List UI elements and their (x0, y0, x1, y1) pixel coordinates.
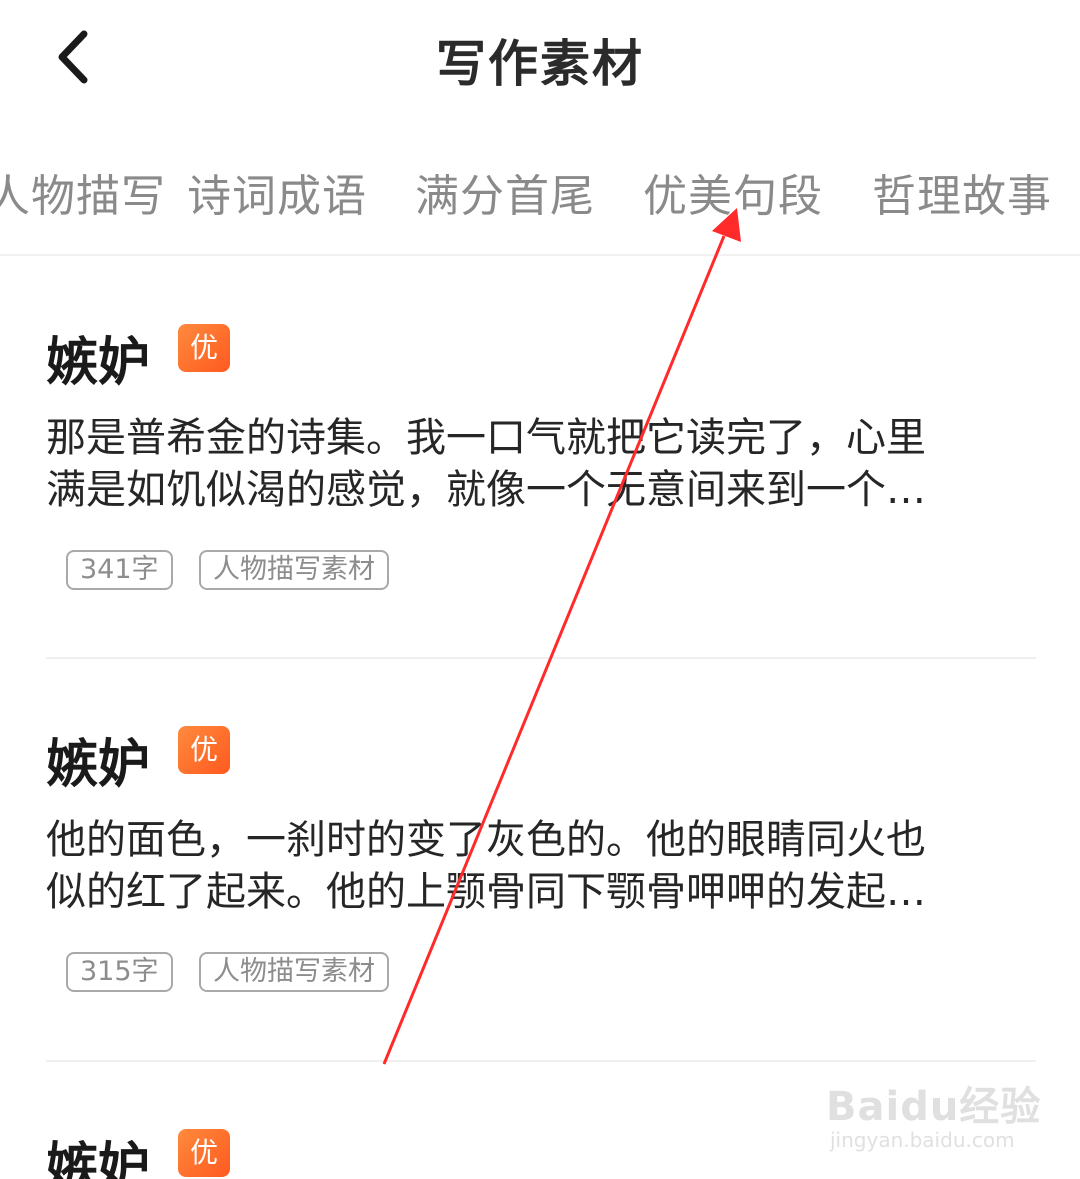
excerpt-line: 似的红了起来。他的上颚骨同下颚骨呷呷的发起… (46, 869, 926, 915)
material-card[interactable]: 嫉妒 优 他的面色，一刹时的变了灰色的。他的眼睛同火也 似的红了起来。他的上颚骨… (46, 722, 1036, 1012)
card-title: 嫉妒 (46, 333, 151, 393)
tab-beautiful-sentences[interactable]: 优美句段 (643, 160, 823, 224)
quality-badge: 优 (178, 726, 230, 774)
watermark-logo-text: Baidu经验 (826, 1084, 1042, 1130)
card-divider (46, 1060, 1036, 1062)
word-count-tag: 341字 (66, 550, 173, 590)
card-excerpt: 他的面色，一刹时的变了灰色的。他的眼睛同火也 似的红了起来。他的上颚骨同下颚骨呷… (46, 814, 1036, 918)
header: 写作素材 (0, 0, 1080, 120)
material-card[interactable]: 嫉妒 优 那是普希金的诗集。我一口气就把它读完了，心里 满是如饥似渴的感觉，就像… (46, 320, 1036, 610)
excerpt-line: 他的面色，一刹时的变了灰色的。他的眼睛同火也 (46, 817, 926, 863)
category-tag[interactable]: 人物描写素材 (199, 550, 389, 590)
excerpt-line: 满是如饥似渴的感觉，就像一个无意间来到一个… (46, 467, 926, 513)
quality-badge: 优 (178, 1129, 230, 1177)
tab-philosophy-stories[interactable]: 哲理故事 (872, 160, 1052, 224)
card-divider (46, 657, 1036, 659)
quality-badge: 优 (178, 324, 230, 372)
category-tabs: 人物描写 诗词成语 满分首尾 优美句段 哲理故事 (0, 150, 1080, 230)
baidu-watermark: Baidu经验 jingyan.baidu.com (826, 1066, 1046, 1156)
page-title: 写作素材 (436, 35, 644, 93)
card-title: 嫉妒 (46, 1138, 151, 1179)
word-count-tag: 315字 (66, 952, 173, 992)
tabs-divider (0, 254, 1080, 256)
watermark-url: jingyan.baidu.com (830, 1128, 1015, 1152)
excerpt-line: 那是普希金的诗集。我一口气就把它读完了，心里 (46, 415, 926, 461)
tab-poetry-idioms[interactable]: 诗词成语 (187, 160, 367, 224)
card-title: 嫉妒 (46, 735, 151, 795)
category-tag[interactable]: 人物描写素材 (199, 952, 389, 992)
tab-full-score-openings[interactable]: 满分首尾 (415, 160, 595, 224)
tab-person-description[interactable]: 人物描写 (0, 160, 166, 224)
card-excerpt: 那是普希金的诗集。我一口气就把它读完了，心里 满是如饥似渴的感觉，就像一个无意间… (46, 412, 1036, 516)
